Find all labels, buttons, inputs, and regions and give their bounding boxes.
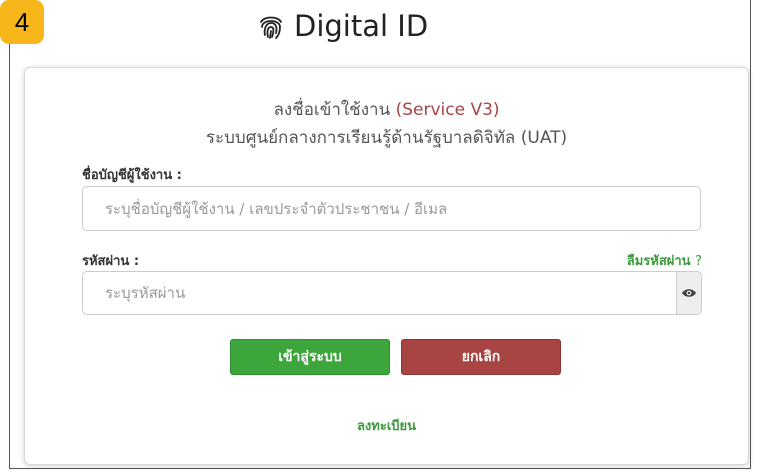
login-button[interactable]: เข้าสู่ระบบ — [230, 339, 390, 375]
service-version: (Service V3) — [395, 100, 500, 120]
step-badge: 4 — [0, 0, 44, 44]
system-subtitle: ระบบศูนย์กลางการเรียนรู้ด้านรัฐบาลดิจิทั… — [205, 128, 568, 148]
register-link[interactable]: ลงทะเบียน — [25, 415, 748, 436]
forgot-password-mark: ? — [695, 254, 702, 269]
password-input[interactable]: ระบุรหัสผ่าน — [82, 271, 677, 315]
password-label: รหัสผ่าน : — [82, 254, 140, 269]
digital-id-logo: Digital ID — [256, 8, 428, 44]
login-title: ลงชื่อเข้าใช้งาน (Service V3) — [25, 96, 748, 123]
forgot-password-link[interactable]: ลืมรหัสผ่าน ? — [627, 250, 702, 271]
eye-icon — [682, 289, 696, 297]
username-input[interactable]: ระบุชื่อบัญชีผู้ใช้งาน / เลขประจำตัวประช… — [82, 186, 701, 231]
toggle-password-button[interactable] — [677, 271, 702, 315]
fingerprint-icon — [260, 16, 282, 39]
forgot-password-text: ลืมรหัสผ่าน — [626, 254, 691, 269]
cancel-button[interactable]: ยกเลิก — [401, 339, 561, 375]
login-card: ลงชื่อเข้าใช้งาน (Service V3) ระบบศูนย์ก… — [24, 67, 749, 465]
logo-text: Digital ID — [294, 9, 429, 43]
username-label: ชื่อบัญชีผู้ใช้งาน : — [82, 168, 182, 183]
login-title-text: ลงชื่อเข้าใช้งาน — [273, 100, 391, 120]
